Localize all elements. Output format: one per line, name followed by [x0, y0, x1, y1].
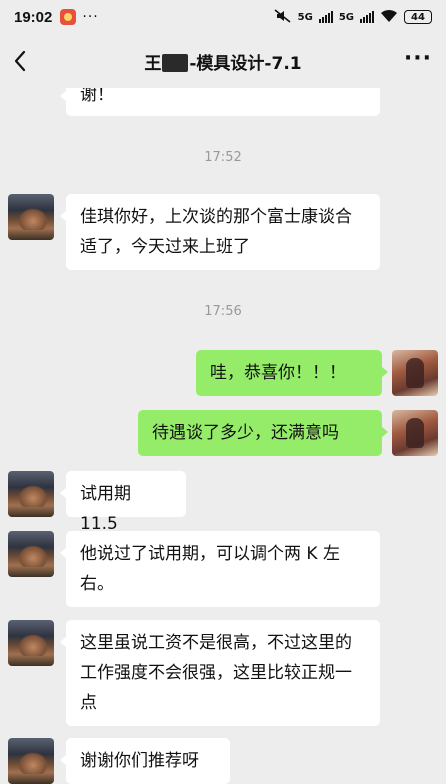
message-text: 试用期 11.5 — [80, 484, 131, 534]
message-bubble-incoming[interactable]: 这里虽说工资不是很高，不过这里的工作强度不会很强，这里比较正规一点 — [60, 620, 380, 726]
status-bar: 19:02 ··· 5G 5G 44 — [0, 0, 446, 34]
my-avatar[interactable] — [392, 350, 438, 396]
message-bubble-outgoing[interactable]: 待遇谈了多少，还满意吗 — [138, 410, 388, 456]
chat-title-suffix: -模具设计-7.1 — [189, 53, 302, 74]
message-bubble-outgoing[interactable]: 哇，恭喜你！！！ — [196, 350, 388, 396]
message-bubble-incoming[interactable]: 他说过了试用期，可以调个两 K 左右。 — [60, 531, 380, 607]
more-options-button[interactable]: ··· — [404, 46, 432, 71]
message-bubble-incoming[interactable]: 谢！ — [60, 88, 380, 116]
contact-avatar[interactable] — [8, 620, 54, 666]
signal-icon-2 — [360, 11, 374, 23]
signal-icon — [318, 11, 333, 23]
contact-avatar[interactable] — [8, 194, 54, 240]
message-text: 待遇谈了多少，还满意吗 — [152, 423, 339, 443]
message-text: 他说过了试用期，可以调个两 K 左右。 — [80, 544, 340, 594]
chat-header: 王 -模具设计-7.1 ··· — [0, 34, 446, 88]
timestamp: 17:56 — [204, 304, 242, 319]
message-text: 谢！ — [80, 88, 114, 105]
message-bubble-incoming[interactable]: 佳琪你好，上次谈的那个富士康谈合适了，今天过来上班了 — [60, 194, 380, 270]
chat-title-prefix: 王 — [144, 53, 162, 74]
message-text: 谢谢你们推荐呀 — [80, 751, 199, 771]
message-text: 这里虽说工资不是很高，不过这里的工作强度不会很强，这里比较正规一点 — [80, 633, 352, 713]
status-time: 19:02 — [14, 8, 53, 26]
message-bubble-incoming[interactable]: 试用期 11.5 — [60, 471, 186, 534]
contact-avatar[interactable] — [8, 738, 54, 784]
chevron-left-icon — [14, 50, 26, 72]
chat-title: 王 -模具设计-7.1 — [0, 49, 446, 74]
app-notification-icon — [60, 9, 77, 25]
mute-icon — [274, 8, 292, 26]
network-label-2: 5G — [338, 11, 354, 23]
contact-avatar[interactable] — [8, 531, 54, 577]
contact-avatar[interactable] — [8, 471, 54, 517]
message-bubble-incoming[interactable]: 谢谢你们推荐呀 — [60, 738, 230, 784]
status-right: 5G 5G 44 — [274, 8, 432, 26]
timestamp: 17:52 — [204, 150, 242, 165]
redacted-name — [162, 53, 189, 72]
message-text: 哇，恭喜你！！！ — [210, 363, 346, 383]
my-avatar[interactable] — [392, 410, 438, 456]
battery-icon: 44 — [404, 10, 432, 24]
back-button[interactable] — [8, 46, 36, 76]
message-text: 佳琪你好，上次谈的那个富士康谈合适了，今天过来上班了 — [80, 207, 352, 257]
message-list: 谢！ 17:52 佳琪你好，上次谈的那个富士康谈合适了，今天过来上班了 17:5… — [0, 88, 446, 784]
more-notifications-icon: ··· — [82, 9, 99, 25]
network-label-1: 5G — [297, 11, 313, 23]
wifi-icon — [380, 9, 398, 26]
